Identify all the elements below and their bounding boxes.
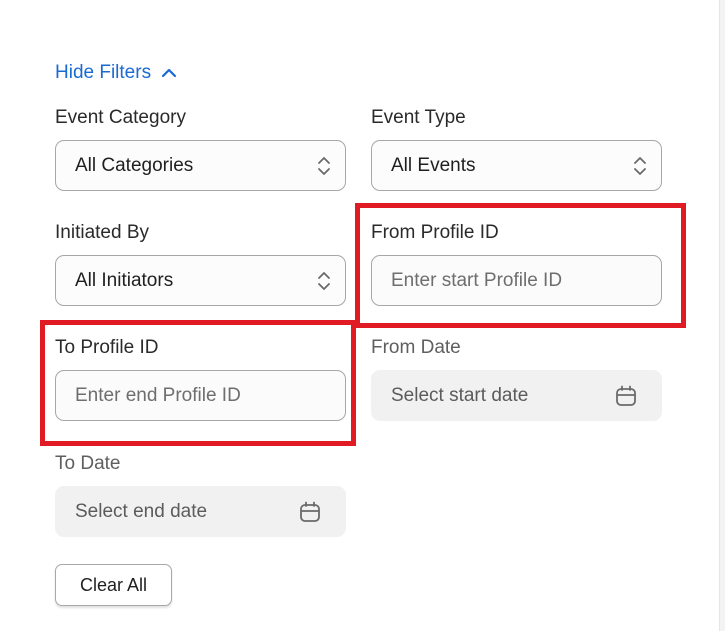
- calendar-icon: [300, 501, 320, 522]
- to-date-picker[interactable]: Select end date: [55, 486, 346, 537]
- event-type-field: Event Type All Events: [371, 105, 662, 191]
- up-down-chevron-icon: [318, 156, 330, 175]
- initiated-by-value: All Initiators: [75, 269, 174, 291]
- hide-filters-label: Hide Filters: [55, 62, 152, 83]
- to-profile-id-field: To Profile ID Enter end Profile ID: [55, 335, 346, 421]
- to-profile-id-placeholder: Enter end Profile ID: [75, 384, 241, 406]
- hide-filters-toggle[interactable]: Hide Filters: [55, 60, 177, 86]
- initiated-by-select[interactable]: All Initiators: [55, 255, 346, 306]
- initiated-by-label: Initiated By: [55, 222, 149, 243]
- up-down-chevron-icon: [318, 271, 330, 290]
- from-date-picker[interactable]: Select start date: [371, 370, 662, 421]
- event-type-value: All Events: [391, 154, 476, 176]
- filters-panel: Hide Filters Event Category All Categori…: [0, 0, 725, 631]
- from-profile-id-field: From Profile ID Enter start Profile ID: [371, 220, 662, 306]
- clear-all-button[interactable]: Clear All: [55, 564, 172, 606]
- up-down-chevron-icon: [634, 156, 646, 175]
- scrollbar[interactable]: [719, 0, 725, 631]
- to-date-field: To Date Select end date: [55, 451, 346, 537]
- calendar-icon: [616, 385, 636, 406]
- from-date-label: From Date: [371, 337, 461, 358]
- event-type-label: Event Type: [371, 107, 466, 128]
- from-date-placeholder: Select start date: [391, 384, 529, 406]
- chevron-up-icon: [161, 68, 177, 78]
- event-category-value: All Categories: [75, 154, 194, 176]
- to-date-placeholder: Select end date: [75, 500, 208, 522]
- from-date-field: From Date Select start date: [371, 335, 662, 421]
- event-type-select[interactable]: All Events: [371, 140, 662, 191]
- to-profile-id-label: To Profile ID: [55, 337, 159, 358]
- from-profile-id-placeholder: Enter start Profile ID: [391, 269, 563, 291]
- event-category-select[interactable]: All Categories: [55, 140, 346, 191]
- to-profile-id-input[interactable]: Enter end Profile ID: [55, 370, 346, 421]
- initiated-by-field: Initiated By All Initiators: [55, 220, 346, 306]
- to-date-label: To Date: [55, 453, 121, 474]
- event-category-label: Event Category: [55, 107, 186, 128]
- from-profile-id-input[interactable]: Enter start Profile ID: [371, 255, 662, 306]
- from-profile-id-label: From Profile ID: [371, 222, 499, 243]
- event-category-field: Event Category All Categories: [55, 105, 346, 191]
